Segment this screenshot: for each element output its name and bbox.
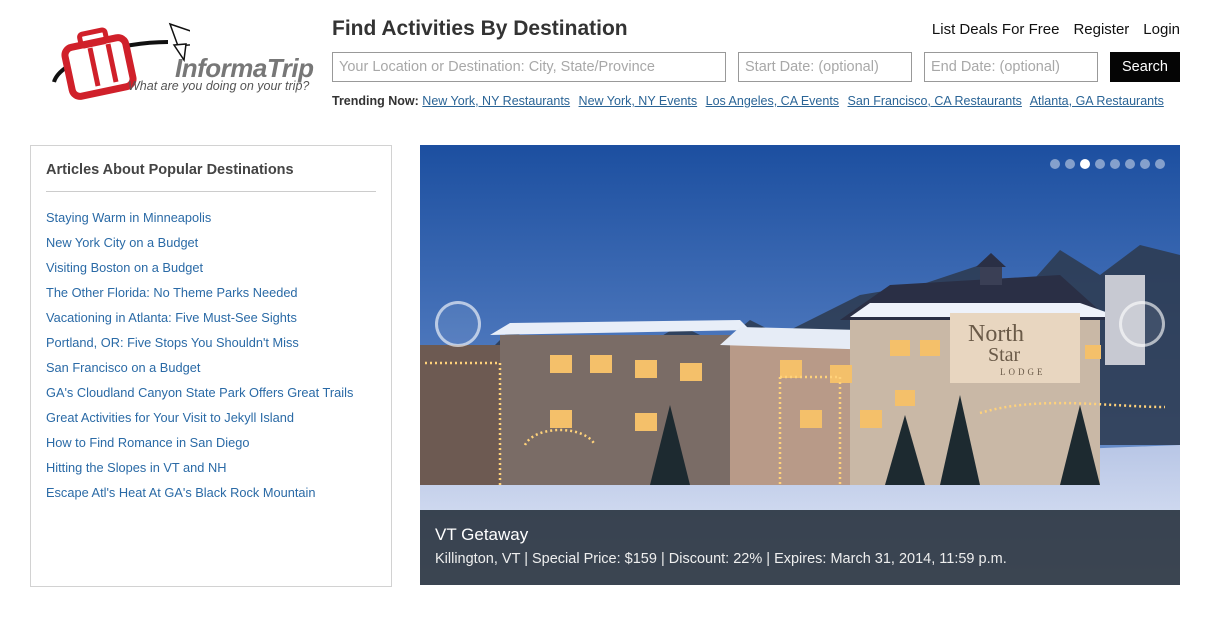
search-form: Search bbox=[332, 52, 1180, 82]
register-link[interactable]: Register bbox=[1073, 21, 1129, 38]
top-nav: List Deals For Free Register Login bbox=[932, 21, 1180, 38]
article-link[interactable]: The Other Florida: No Theme Parks Needed bbox=[46, 285, 298, 300]
slide-dot[interactable] bbox=[1140, 159, 1150, 169]
sidebar-title: Articles About Popular Destinations bbox=[46, 162, 294, 178]
list-item: New York City on a Budget bbox=[46, 234, 353, 259]
slide-indicators bbox=[1050, 159, 1165, 169]
trending-link[interactable]: Los Angeles, CA Events bbox=[706, 94, 839, 108]
trending-bar: Trending Now: New York, NY Restaurants N… bbox=[332, 94, 1169, 108]
list-item: GA's Cloudland Canyon State Park Offers … bbox=[46, 384, 353, 409]
list-item: Escape Atl's Heat At GA's Black Rock Mou… bbox=[46, 484, 353, 509]
slide-dot-active[interactable] bbox=[1080, 159, 1090, 169]
slide-dot[interactable] bbox=[1095, 159, 1105, 169]
article-link[interactable]: San Francisco on a Budget bbox=[46, 360, 200, 375]
list-deals-link[interactable]: List Deals For Free bbox=[932, 21, 1060, 38]
article-link[interactable]: Visiting Boston on a Budget bbox=[46, 260, 203, 275]
article-link[interactable]: Vacationing in Atlanta: Five Must-See Si… bbox=[46, 310, 297, 325]
sidebar-divider bbox=[46, 191, 376, 192]
slide-caption: VT Getaway Killington, VT | Special Pric… bbox=[420, 510, 1180, 585]
deal-details: Killington, VT | Special Price: $159 | D… bbox=[435, 551, 1007, 567]
article-link[interactable]: Staying Warm in Minneapolis bbox=[46, 210, 211, 225]
article-link[interactable]: New York City on a Budget bbox=[46, 235, 198, 250]
article-link[interactable]: Hitting the Slopes in VT and NH bbox=[46, 460, 226, 475]
previous-slide-button[interactable] bbox=[435, 301, 481, 347]
list-item: How to Find Romance in San Diego bbox=[46, 434, 353, 459]
articles-sidebar: Articles About Popular Destinations Stay… bbox=[30, 145, 392, 587]
featured-deal-slider[interactable]: North Star LODGE VT Getaway Killington, … bbox=[420, 145, 1180, 585]
article-link[interactable]: How to Find Romance in San Diego bbox=[46, 435, 249, 450]
slide-dot[interactable] bbox=[1110, 159, 1120, 169]
article-list: Staying Warm in Minneapolis New York Cit… bbox=[46, 209, 353, 509]
slide-dot[interactable] bbox=[1050, 159, 1060, 169]
slide-dot[interactable] bbox=[1155, 159, 1165, 169]
list-item: Great Activities for Your Visit to Jekyl… bbox=[46, 409, 353, 434]
deal-title: VT Getaway bbox=[435, 525, 529, 544]
list-item: Visiting Boston on a Budget bbox=[46, 259, 353, 284]
trending-link[interactable]: New York, NY Events bbox=[579, 94, 698, 108]
end-date-input[interactable] bbox=[924, 52, 1098, 82]
trending-link[interactable]: San Francisco, CA Restaurants bbox=[848, 94, 1022, 108]
article-link[interactable]: GA's Cloudland Canyon State Park Offers … bbox=[46, 385, 353, 400]
slide-dot[interactable] bbox=[1125, 159, 1135, 169]
list-item: San Francisco on a Budget bbox=[46, 359, 353, 384]
lodge-sign-lodge: LODGE bbox=[1000, 367, 1046, 377]
trending-label: Trending Now: bbox=[332, 94, 419, 108]
logo-tagline: What are you doing on your trip? bbox=[128, 79, 310, 93]
slide-dot[interactable] bbox=[1065, 159, 1075, 169]
destination-input[interactable] bbox=[332, 52, 726, 82]
list-item: Staying Warm in Minneapolis bbox=[46, 209, 353, 234]
article-link[interactable]: Portland, OR: Five Stops You Shouldn't M… bbox=[46, 335, 299, 350]
article-link[interactable]: Great Activities for Your Visit to Jekyl… bbox=[46, 410, 294, 425]
login-link[interactable]: Login bbox=[1143, 21, 1180, 38]
page-title: Find Activities By Destination bbox=[332, 17, 628, 40]
trending-link[interactable]: Atlanta, GA Restaurants bbox=[1030, 94, 1164, 108]
list-item: The Other Florida: No Theme Parks Needed bbox=[46, 284, 353, 309]
search-button[interactable]: Search bbox=[1110, 52, 1180, 82]
article-link[interactable]: Escape Atl's Heat At GA's Black Rock Mou… bbox=[46, 485, 315, 500]
list-item: Portland, OR: Five Stops You Shouldn't M… bbox=[46, 334, 353, 359]
logo[interactable]: InformaTrip What are you doing on your t… bbox=[50, 20, 325, 100]
list-item: Vacationing in Atlanta: Five Must-See Si… bbox=[46, 309, 353, 334]
next-slide-button[interactable] bbox=[1119, 301, 1165, 347]
lodge-sign-star: Star bbox=[988, 344, 1021, 366]
trending-link[interactable]: New York, NY Restaurants bbox=[422, 94, 570, 108]
start-date-input[interactable] bbox=[738, 52, 912, 82]
list-item: Hitting the Slopes in VT and NH bbox=[46, 459, 353, 484]
